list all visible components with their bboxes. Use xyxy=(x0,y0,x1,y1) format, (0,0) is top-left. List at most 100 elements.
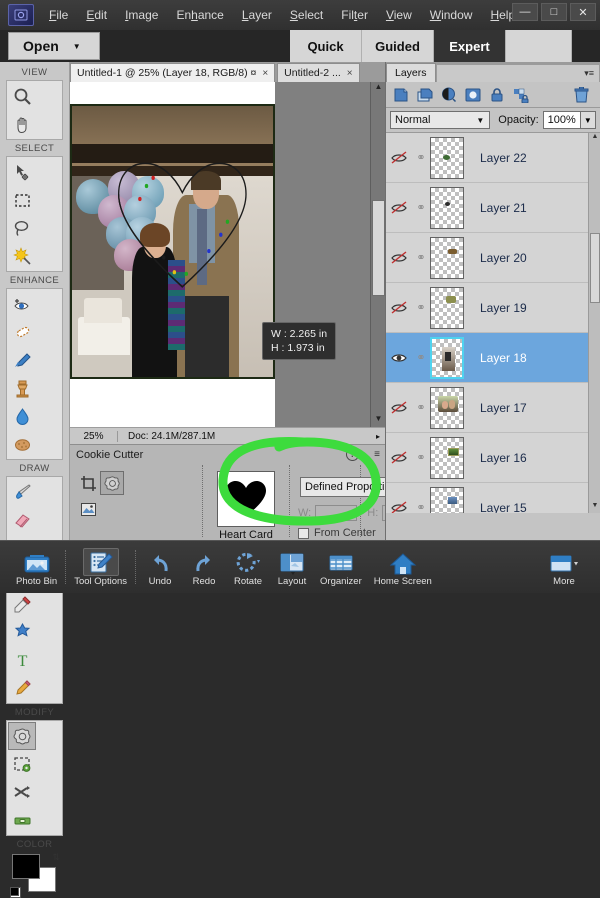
eye-slash-icon[interactable] xyxy=(386,301,412,314)
crop-tool-mini[interactable] xyxy=(76,471,100,495)
chevron-down-icon[interactable]: ▼ xyxy=(73,42,81,51)
table-row[interactable]: ⚭ Layer 18 xyxy=(386,333,600,383)
layer-name[interactable]: Layer 21 xyxy=(480,201,527,215)
canvas-vertical-scrollbar[interactable]: ▲ ▼ xyxy=(370,82,385,427)
layer-thumbnail[interactable] xyxy=(430,486,464,513)
help-icon[interactable]: ? xyxy=(346,448,359,461)
layer-thumbnail[interactable] xyxy=(430,436,464,479)
document-tab-untitled-1[interactable]: Untitled-1 @ 25% (Layer 18, RGB/8) ¤ × xyxy=(70,63,276,82)
duplicate-layer-button[interactable] xyxy=(413,84,437,106)
custom-shape-tool[interactable] xyxy=(8,618,36,646)
eye-slash-icon[interactable] xyxy=(386,401,412,414)
menu-view[interactable]: View xyxy=(377,5,421,25)
table-row[interactable]: ⚭ Layer 19 xyxy=(386,283,600,333)
spot-healing-tool[interactable] xyxy=(8,318,36,346)
foreground-color-swatch[interactable] xyxy=(12,854,40,879)
menu-edit[interactable]: Edit xyxy=(77,5,116,25)
layer-name[interactable]: Layer 20 xyxy=(480,251,527,265)
move-tool[interactable] xyxy=(8,158,36,186)
lock-all-button[interactable] xyxy=(485,84,509,106)
content-aware-move-tool[interactable] xyxy=(8,778,36,806)
open-button[interactable]: Open ▼ xyxy=(8,32,100,60)
delete-layer-button[interactable] xyxy=(569,84,593,106)
minimize-button[interactable]: — xyxy=(512,3,538,21)
layer-name[interactable]: Layer 16 xyxy=(480,451,527,465)
shape-preview[interactable] xyxy=(217,471,275,527)
layer-name[interactable]: Layer 19 xyxy=(480,301,527,315)
close-icon[interactable]: × xyxy=(262,68,268,79)
table-row[interactable]: ⚭ Layer 22 xyxy=(386,133,600,183)
layer-thumbnail[interactable] xyxy=(430,286,464,329)
eye-slash-icon[interactable] xyxy=(386,451,412,464)
opacity-input[interactable]: 100% xyxy=(542,111,581,129)
menu-select[interactable]: Select xyxy=(281,5,332,25)
tab-quick[interactable]: Quick xyxy=(290,30,362,62)
sponge-tool[interactable] xyxy=(8,430,36,458)
document-tab-untitled-2[interactable]: Untitled-2 ... × xyxy=(277,63,360,82)
cookie-cutter-tool-mini[interactable] xyxy=(100,471,124,495)
quick-selection-tool[interactable] xyxy=(8,242,36,270)
type-tool[interactable]: T xyxy=(8,646,36,674)
tab-layers[interactable]: Layers xyxy=(386,63,436,82)
chain-link-icon[interactable]: ⚭ xyxy=(412,401,430,414)
from-center-checkbox[interactable] xyxy=(298,527,309,539)
menu-image[interactable]: Image xyxy=(116,5,167,25)
adjustment-layer-button[interactable] xyxy=(437,84,461,106)
new-layer-button[interactable] xyxy=(389,84,413,106)
table-row[interactable]: ⚭ Layer 15 xyxy=(386,483,600,513)
default-colors-icon[interactable] xyxy=(10,887,21,898)
photo-merge-tool-mini[interactable] xyxy=(76,497,100,521)
brush-tool[interactable] xyxy=(8,478,36,506)
recompose-tool[interactable] xyxy=(8,750,36,778)
swap-colors-icon[interactable]: ⇅ xyxy=(52,852,60,863)
tab-expert[interactable]: Expert xyxy=(434,30,506,62)
photo-bin-button[interactable]: Photo Bin xyxy=(10,548,63,587)
more-button[interactable]: More xyxy=(542,548,586,587)
zoom-tool[interactable] xyxy=(8,82,36,110)
zoom-level[interactable]: 25% xyxy=(70,430,118,442)
heart-cookie-cutter-outline[interactable] xyxy=(116,160,249,290)
width-input[interactable] xyxy=(315,505,358,521)
chain-link-icon[interactable]: ⚭ xyxy=(412,201,430,214)
scrollbar-thumb[interactable] xyxy=(372,200,385,296)
color-picker-tool[interactable] xyxy=(8,590,36,618)
panel-menu-icon[interactable]: ▾≡ xyxy=(584,68,594,79)
tab-guided[interactable]: Guided xyxy=(362,30,434,62)
chain-link-icon[interactable]: ⚭ xyxy=(412,501,430,513)
eye-slash-icon[interactable] xyxy=(386,501,412,513)
hand-tool[interactable] xyxy=(8,110,36,138)
menu-enhance[interactable]: Enhance xyxy=(167,5,232,25)
menu-window[interactable]: Window xyxy=(421,5,482,25)
redo-button[interactable]: Redo xyxy=(182,548,226,587)
rotate-button[interactable]: Rotate xyxy=(226,548,270,587)
layers-list[interactable]: ⚭ Layer 22 ⚭ Layer 21 ⚭ Layer 20 ⚭ Layer… xyxy=(386,133,600,513)
close-icon[interactable]: × xyxy=(347,68,353,79)
clone-stamp-tool[interactable] xyxy=(8,374,36,402)
chain-link-icon[interactable]: ⚭ xyxy=(412,351,430,364)
straighten-tool[interactable] xyxy=(8,806,36,834)
blend-mode-dropdown[interactable]: Normal ▼ xyxy=(390,111,491,129)
canvas-area[interactable]: W : 2.265 in H : 1.973 in xyxy=(70,82,385,427)
chain-link-icon[interactable]: ⚭ xyxy=(412,451,430,464)
layer-thumbnail[interactable] xyxy=(430,336,464,379)
organizer-button[interactable]: Organizer xyxy=(314,548,368,587)
chain-link-icon[interactable]: ⚭ xyxy=(412,301,430,314)
layer-name[interactable]: Layer 18 xyxy=(480,351,527,365)
marquee-tool[interactable] xyxy=(8,186,36,214)
close-button[interactable]: ✕ xyxy=(570,3,596,21)
tool-options-button[interactable]: Tool Options xyxy=(68,547,133,587)
layer-thumbnail[interactable] xyxy=(430,136,464,179)
layer-mask-button[interactable] xyxy=(461,84,485,106)
eye-icon[interactable] xyxy=(386,351,412,364)
scroll-down-arrow-icon[interactable]: ▼ xyxy=(371,414,386,427)
from-center-row[interactable]: From Center xyxy=(298,527,376,539)
layer-thumbnail[interactable] xyxy=(430,186,464,229)
layer-name[interactable]: Layer 17 xyxy=(480,401,527,415)
lasso-tool[interactable] xyxy=(8,214,36,242)
cookie-cutter-tool[interactable] xyxy=(8,722,36,750)
table-row[interactable]: ⚭ Layer 20 xyxy=(386,233,600,283)
scroll-down-arrow-icon[interactable]: ▼ xyxy=(589,502,600,513)
undo-button[interactable]: Undo xyxy=(138,548,182,587)
status-more-arrow-icon[interactable]: ▸ xyxy=(376,432,380,441)
layer-name[interactable]: Layer 15 xyxy=(480,501,527,514)
